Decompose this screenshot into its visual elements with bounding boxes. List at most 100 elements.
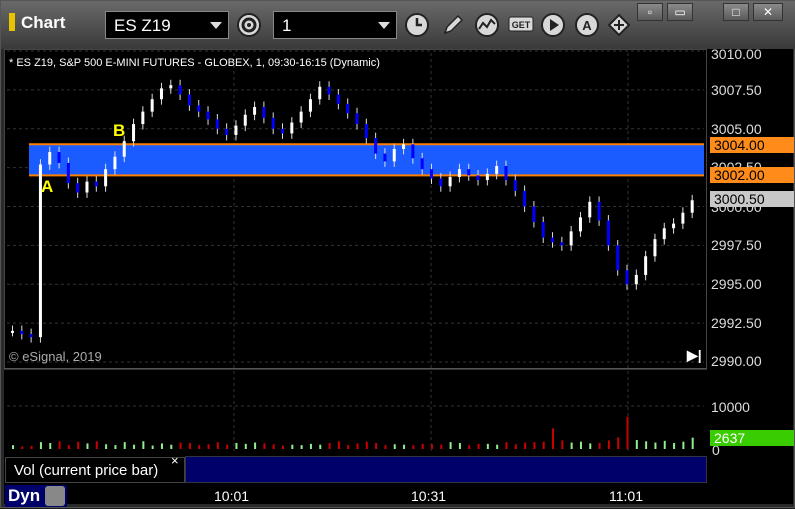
copyright-text: © eSignal, 2019 [9, 349, 102, 364]
candle-body [597, 201, 601, 221]
volume-bar [375, 442, 378, 449]
candle-body [467, 169, 471, 176]
volume-bar [347, 445, 350, 449]
volume-bar [188, 442, 191, 449]
volume-bar [216, 442, 219, 449]
volume-bar [21, 446, 24, 449]
volume-bar [49, 442, 52, 449]
candle-body [48, 152, 52, 165]
volume-bar [607, 440, 610, 449]
level-high-tag: 3004.00 [710, 137, 794, 153]
close-study-icon[interactable]: × [171, 453, 179, 468]
volume-bar [505, 442, 508, 449]
last-price-tag: 3000.50 [710, 191, 794, 207]
candle-body [355, 113, 359, 125]
volume-bar [160, 443, 163, 449]
volume-bar [309, 443, 312, 449]
candle-body [690, 200, 694, 213]
candle-body [504, 166, 508, 181]
candle-body [653, 239, 657, 257]
candle-body [85, 181, 89, 193]
time-tick: 11:01 [609, 488, 643, 504]
candle-body [113, 156, 117, 170]
marker-a: A [41, 177, 54, 196]
price-tick: 2990.00 [711, 353, 762, 369]
volume-bar [533, 442, 536, 449]
candle-body [625, 270, 629, 285]
candle-body [234, 125, 238, 135]
volume-bar [458, 442, 461, 449]
volume-bar [337, 441, 340, 449]
volume-bar [170, 444, 173, 449]
volume-bar [263, 443, 266, 449]
candle-body [308, 99, 312, 112]
volume-bar [282, 445, 285, 449]
volume-bar [244, 443, 247, 449]
candle-body [94, 181, 98, 187]
volume-bar [151, 445, 154, 449]
candle-body [150, 99, 154, 112]
candle-body [411, 144, 415, 159]
volume-bar [617, 437, 620, 449]
candle-body [11, 330, 14, 333]
candle-body [523, 190, 527, 207]
candle-body [560, 242, 564, 246]
candle-body [364, 124, 368, 139]
volume-bar [691, 437, 694, 449]
candle-body [383, 153, 387, 162]
chart-svg[interactable] [1, 1, 795, 509]
volume-bar [449, 442, 452, 449]
candle-body [662, 228, 666, 240]
volume-bar [570, 442, 573, 449]
volume-bar [384, 445, 387, 449]
price-tick: 2992.50 [711, 315, 762, 331]
volume-bar [30, 445, 33, 449]
volume-bar [579, 441, 582, 449]
candle-body [318, 86, 322, 100]
candle-body [336, 94, 340, 104]
candle-body [206, 111, 210, 120]
candle-body [588, 201, 592, 218]
volume-bar [440, 444, 443, 449]
lock-icon[interactable] [45, 486, 65, 506]
candle-body [476, 175, 480, 181]
volume-bar [430, 444, 433, 449]
marker-b: B [113, 121, 126, 140]
candle-body [606, 220, 610, 246]
volume-bar [412, 445, 415, 449]
volume-bar [663, 440, 666, 449]
volume-tick: 10000 [711, 399, 750, 415]
volume-bar [561, 440, 564, 449]
candle-body [243, 114, 247, 126]
candle-body [420, 158, 424, 170]
candle-body [215, 119, 219, 129]
volume-bar [514, 444, 517, 449]
volume-bar [496, 444, 499, 449]
volume-bar [645, 441, 648, 449]
candle-body [681, 212, 685, 224]
candle-body [429, 169, 433, 179]
candle-body [197, 105, 201, 112]
chart-header: * ES Z19, S&P 500 E-MINI FUTURES - GLOBE… [9, 57, 380, 69]
volume-bar [626, 416, 629, 449]
level-low-tag: 3002.00 [710, 167, 794, 183]
volume-bar [421, 443, 424, 449]
candle-body [541, 222, 545, 238]
volume-bar [486, 443, 489, 449]
go-to-end-icon[interactable]: ▶| [687, 347, 702, 364]
candle-body [578, 217, 582, 232]
volume-bar [356, 443, 359, 449]
candle-body [66, 162, 70, 184]
candle-body [346, 103, 350, 114]
volume-bar [123, 442, 126, 449]
volume-bar [524, 442, 527, 449]
time-tick: 10:01 [214, 488, 250, 504]
level-band [29, 144, 704, 176]
volume-bar [673, 442, 676, 449]
volume-study-label[interactable]: Vol (current price bar) [5, 457, 185, 483]
volume-bar [86, 443, 89, 449]
price-tick: 3007.50 [711, 82, 762, 98]
volume-bar [393, 444, 396, 449]
price-tick: 3005.00 [711, 121, 762, 137]
candle-body [290, 122, 294, 134]
